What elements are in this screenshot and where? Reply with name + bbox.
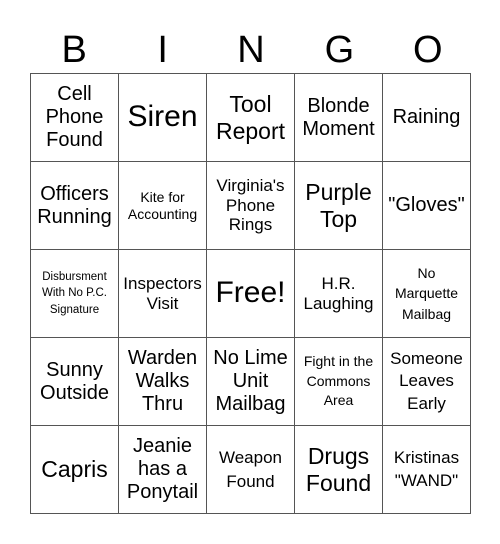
cell-text: Siren	[127, 100, 198, 134]
cell-text: No Lime Unit Mailbag	[213, 347, 288, 415]
cell-text: Raining	[392, 106, 461, 128]
free-space: Free!	[207, 250, 295, 338]
bingo-cell[interactable]: Weapon Found	[207, 426, 295, 514]
header-letter-g: G	[324, 29, 355, 71]
bingo-cell[interactable]: Blonde Moment	[295, 74, 383, 162]
cell-text: Warden Walks Thru	[127, 347, 198, 415]
bingo-cell[interactable]: Kristinas "WAND"	[383, 426, 471, 514]
cell-text: No Marquette Mailbag	[394, 265, 459, 322]
header-letter-b: B	[61, 29, 87, 71]
cell-text: Free!	[215, 276, 286, 310]
header-letter-i: I	[157, 29, 168, 71]
bingo-header: B I N G O	[30, 28, 472, 72]
cell-text: Virginia's Phone Rings	[216, 176, 285, 235]
bingo-cell[interactable]: Raining	[383, 74, 471, 162]
cell-text: Cell Phone Found	[45, 83, 104, 151]
cell-text: Kite for Accounting	[127, 189, 198, 222]
cell-text: H.R. Laughing	[303, 273, 374, 313]
cell-text: "Gloves"	[388, 194, 465, 216]
bingo-cell[interactable]: Tool Report	[207, 74, 295, 162]
bingo-cell[interactable]: Someone Leaves Early	[383, 338, 471, 426]
bingo-cell[interactable]: No Lime Unit Mailbag	[207, 338, 295, 426]
cell-text: Kristinas "WAND"	[393, 448, 460, 490]
cell-text: Tool Report	[215, 91, 286, 144]
cell-text: Disbursment With No P.C. Signature	[42, 271, 107, 316]
header-letter-o: O	[413, 29, 443, 71]
bingo-cell[interactable]: Sunny Outside	[31, 338, 119, 426]
cell-text: Capris	[41, 456, 108, 483]
cell-text: Someone Leaves Early	[390, 349, 463, 413]
bingo-cell[interactable]: "Gloves"	[383, 162, 471, 250]
bingo-cell[interactable]: H.R. Laughing	[295, 250, 383, 338]
bingo-cell[interactable]: Warden Walks Thru	[119, 338, 207, 426]
bingo-cell[interactable]: No Marquette Mailbag	[383, 250, 471, 338]
bingo-cell[interactable]: Fight in the Commons Area	[295, 338, 383, 426]
cell-text: Purple Top	[305, 179, 372, 232]
cell-text: Inspectors Visit	[123, 273, 202, 313]
bingo-cell[interactable]: Disbursment With No P.C. Signature	[31, 250, 119, 338]
cell-text: Officers Running	[37, 182, 112, 228]
cell-text: Sunny Outside	[40, 358, 109, 404]
cell-text: Blonde Moment	[302, 94, 375, 140]
bingo-cell[interactable]: Virginia's Phone Rings	[207, 162, 295, 250]
bingo-cell[interactable]: Inspectors Visit	[119, 250, 207, 338]
cell-text: Drugs Found	[305, 443, 372, 496]
bingo-cell[interactable]: Cell Phone Found	[31, 74, 119, 162]
cell-text: Weapon Found	[218, 447, 282, 491]
bingo-cell[interactable]: Kite for Accounting	[119, 162, 207, 250]
bingo-cell[interactable]: Drugs Found	[295, 426, 383, 514]
bingo-cell[interactable]: Jeanie has a Ponytail	[119, 426, 207, 514]
cell-text: Jeanie has a Ponytail	[126, 435, 199, 503]
header-letter-n: N	[237, 29, 265, 71]
bingo-cell[interactable]: Purple Top	[295, 162, 383, 250]
bingo-cell[interactable]: Capris	[31, 426, 119, 514]
cell-text: Fight in the Commons Area	[303, 353, 374, 409]
bingo-cell[interactable]: Siren	[119, 74, 207, 162]
bingo-cell[interactable]: Officers Running	[31, 162, 119, 250]
bingo-grid: Cell Phone Found Siren Tool Report Blond…	[30, 73, 471, 514]
